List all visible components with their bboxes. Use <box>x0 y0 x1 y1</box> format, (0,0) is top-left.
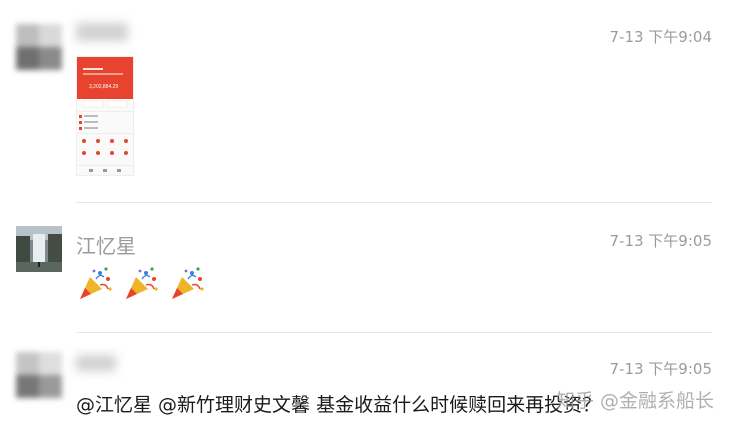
screenshot-balance: 3,202,884.29 <box>89 84 118 90</box>
avatar-image <box>16 24 62 70</box>
avatar[interactable] <box>16 226 62 272</box>
message-divider <box>76 202 712 203</box>
message-1: 7-13 下午9:04 3,202,884.29 <box>0 0 732 203</box>
message-timestamp: 7-13 下午9:04 <box>609 28 713 46</box>
image-attachment[interactable]: 3,202,884.29 <box>76 56 134 176</box>
message-divider <box>76 332 712 333</box>
avatar[interactable] <box>16 352 62 398</box>
app-screenshot-image: 3,202,884.29 <box>77 57 133 172</box>
emoji-row <box>76 265 206 303</box>
sender-name-blurred <box>76 352 116 376</box>
message-timestamp: 7-13 下午9:05 <box>609 232 713 250</box>
message-text: @江忆星 @新竹理财史文馨 基金收益什么时候赎回来再投资？ <box>76 394 602 416</box>
sender-name: 江忆星 <box>76 234 136 258</box>
message-timestamp: 7-13 下午9:05 <box>609 360 713 378</box>
avatar-waterfall-image <box>16 226 62 272</box>
sender-name-blurred <box>76 22 128 46</box>
watermark: 知乎 @金融系船长 <box>555 390 714 412</box>
party-popper-icon <box>126 267 158 299</box>
party-popper-icon <box>172 267 204 299</box>
avatar[interactable] <box>16 24 62 70</box>
avatar-image <box>16 352 62 398</box>
party-popper-icon <box>80 267 112 299</box>
